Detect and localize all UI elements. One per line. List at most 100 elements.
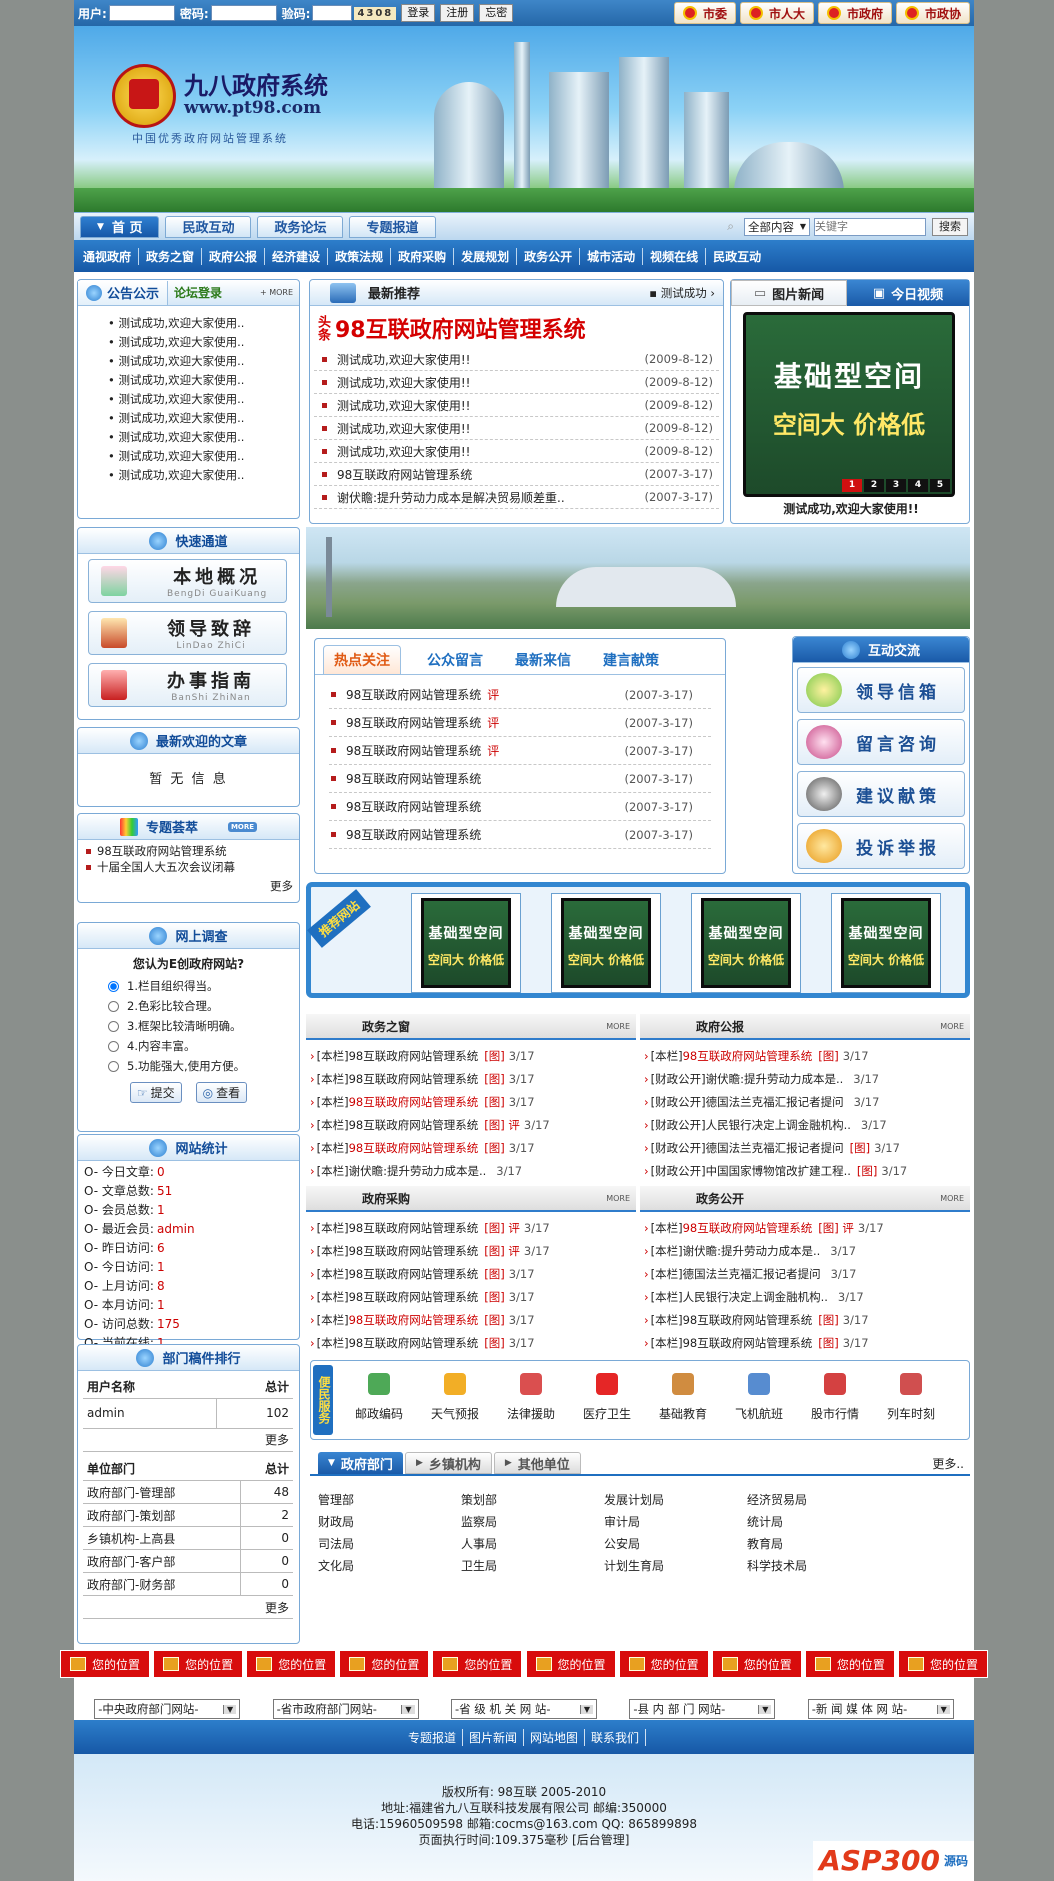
topic-item[interactable]: 98互联政府网站管理系统: [86, 843, 299, 859]
ad-banner[interactable]: 您的位置: [432, 1650, 523, 1678]
search-scope-select[interactable]: 全部内容 ▼: [744, 217, 810, 236]
submit-button[interactable]: ☞ 提交: [129, 1082, 182, 1103]
list-item[interactable]: › [本栏] 98互联政府网站管理系统 [图] 3/17: [306, 1067, 636, 1090]
ad-banner[interactable]: 您的位置: [339, 1650, 430, 1678]
tab-home[interactable]: ▼ 首 页: [80, 215, 160, 238]
list-item[interactable]: 测试成功,欢迎大家使用!! (2009-8-12): [314, 394, 719, 417]
footer-nav-link[interactable]: 网站地图: [524, 1728, 586, 1746]
tab-hot-topics[interactable]: 热点关注: [323, 645, 401, 674]
friend-link-select[interactable]: -省市政府部门网站- ▼: [272, 1699, 419, 1719]
more-link[interactable]: MORE: [940, 1194, 964, 1203]
ad-banner[interactable]: 您的位置: [246, 1650, 337, 1678]
list-item[interactable]: › [本栏] 98互联政府网站管理系统 [图] 3/17: [640, 1044, 970, 1067]
password-input[interactable]: [210, 5, 277, 21]
photo-caption[interactable]: 测试成功,欢迎大家使用!!: [731, 500, 971, 517]
directory-link[interactable]: 管理部: [318, 1491, 461, 1508]
list-item[interactable]: 98互联政府网站管理系统 (2007-3-17): [329, 765, 711, 793]
list-item[interactable]: › [本栏] 98互联政府网站管理系统 [图] 评 3/17: [306, 1113, 636, 1136]
more-link[interactable]: MORE: [606, 1194, 630, 1203]
directory-link[interactable]: 审计局: [604, 1513, 747, 1530]
list-item[interactable]: › [本栏] 98互联政府网站管理系统 [图] 3/17: [306, 1331, 636, 1354]
list-item[interactable]: 测试成功,欢迎大家使用!! (2009-8-12): [314, 440, 719, 463]
unit-name[interactable]: 乡镇机构-上高县: [83, 1526, 241, 1550]
list-item[interactable]: 测试成功,欢迎大家使用!! (2009-8-12): [314, 348, 719, 371]
list-item[interactable]: 98互联政府网站管理系统评 (2007-3-17): [329, 709, 711, 737]
recommended-site-card[interactable]: 基础型空间 空间大 价格低: [411, 893, 521, 993]
view-results-button[interactable]: ◎ 查看: [195, 1082, 248, 1103]
list-item[interactable]: › [本栏] 98互联政府网站管理系统 [图] 3/17: [306, 1136, 636, 1159]
link-cppcc[interactable]: 市政协: [895, 2, 970, 24]
ad-banner[interactable]: 您的位置: [618, 1650, 709, 1678]
user-name[interactable]: admin: [83, 1398, 217, 1429]
directory-link[interactable]: 公安局: [604, 1535, 747, 1552]
comment-tag[interactable]: 评: [487, 742, 499, 759]
slide-page-button[interactable]: 3: [886, 479, 906, 492]
list-item[interactable]: › [本栏] 98互联政府网站管理系统 [图] 3/17: [306, 1090, 636, 1113]
slide-page-button[interactable]: 1: [842, 479, 862, 492]
list-item[interactable]: › [本栏] 谢伏瞻:提升劳动力成本是.. 3/17: [306, 1159, 636, 1182]
list-item[interactable]: › [本栏] 98互联政府网站管理系统 [图] 3/17: [640, 1308, 970, 1331]
interact-button-3[interactable]: 建议献策: [797, 771, 965, 817]
more-link[interactable]: 更多: [216, 1428, 293, 1452]
list-item[interactable]: 98互联政府网站管理系统评 (2007-3-17): [329, 737, 711, 765]
category-nav-item[interactable]: 政府采购: [391, 247, 455, 265]
ad-banner[interactable]: 您的位置: [153, 1650, 244, 1678]
footer-nav-link[interactable]: 图片新闻: [463, 1728, 524, 1746]
category-nav-item[interactable]: 通视政府: [76, 247, 140, 265]
topics-more-link[interactable]: 更多: [270, 878, 293, 894]
category-nav-item[interactable]: 城市活动: [580, 247, 644, 265]
list-item[interactable]: › [财政公开] 德国法兰克福汇报记者提问 3/17: [640, 1090, 970, 1113]
unit-name[interactable]: 政府部门-管理部: [83, 1480, 241, 1504]
notice-item[interactable]: 测试成功,欢迎大家使用..: [108, 428, 299, 447]
tab-township-agencies[interactable]: ▶ 乡镇机构: [404, 1452, 492, 1474]
notice-item[interactable]: 测试成功,欢迎大家使用..: [108, 390, 299, 409]
comment-tag[interactable]: 评: [487, 714, 499, 731]
directory-link[interactable]: 统计局: [747, 1513, 890, 1530]
list-item[interactable]: › [本栏] 德国法兰克福汇报记者提问 3/17: [640, 1262, 970, 1285]
quick-link-1[interactable]: 本地概况 BengDi GuaiKuang: [88, 559, 287, 603]
search-input[interactable]: [814, 217, 926, 236]
right-link[interactable]: ▪ 测试成功 ›: [649, 285, 715, 301]
list-item[interactable]: › [本栏] 98互联政府网站管理系统 [图] 3/17: [306, 1285, 636, 1308]
tab-government-departments[interactable]: ▼ 政府部门: [318, 1452, 403, 1474]
service-item[interactable]: 列车时刻: [875, 1373, 947, 1422]
more-badge[interactable]: MORE: [227, 821, 258, 832]
notice-item[interactable]: 测试成功,欢迎大家使用..: [108, 447, 299, 466]
photo-slide-image[interactable]: 基础型空间 空间大 价格低 12345: [743, 312, 955, 497]
list-item[interactable]: › [本栏] 人民银行决定上调金融机构.. 3/17: [640, 1285, 970, 1308]
list-item[interactable]: › [本栏] 谢伏瞻:提升劳动力成本是.. 3/17: [640, 1239, 970, 1262]
list-item[interactable]: › [财政公开] 人民银行决定上调金融机构.. 3/17: [640, 1113, 970, 1136]
link-party-committee[interactable]: 市委: [673, 2, 736, 24]
list-item[interactable]: 谢伏瞻:提升劳动力成本是解决贸易顺差重.. (2007-3-17): [314, 486, 719, 509]
survey-option[interactable]: 1.栏目组织得当。: [108, 976, 299, 996]
directory-link[interactable]: 卫生局: [461, 1557, 604, 1574]
list-item[interactable]: 98互联政府网站管理系统 (2007-3-17): [314, 463, 719, 486]
service-item[interactable]: 股市行情: [799, 1373, 871, 1422]
directory-link[interactable]: 监察局: [461, 1513, 604, 1530]
quick-link-3[interactable]: 办事指南 BanShi ZhiNan: [88, 663, 287, 707]
notice-item[interactable]: 测试成功,欢迎大家使用..: [108, 371, 299, 390]
tab-notice[interactable]: 公告公示: [78, 280, 169, 305]
service-item[interactable]: 邮政编码: [343, 1373, 415, 1422]
service-item[interactable]: 医疗卫生: [571, 1373, 643, 1422]
recommended-site-card[interactable]: 基础型空间 空间大 价格低: [691, 893, 801, 993]
topic-item[interactable]: 十届全国人大五次会议闭幕: [86, 859, 299, 875]
login-button[interactable]: 登录: [401, 4, 436, 22]
directory-link[interactable]: 人事局: [461, 1535, 604, 1552]
list-item[interactable]: › [财政公开] 中国国家博物馆改扩建工程.. [图] 3/17: [640, 1159, 970, 1182]
friend-link-select[interactable]: -中央政府部门网站- ▼: [94, 1699, 241, 1719]
recommended-site-card[interactable]: 基础型空间 空间大 价格低: [551, 893, 661, 993]
list-item[interactable]: › [本栏] 98互联政府网站管理系统 [图] 评 3/17: [306, 1216, 636, 1239]
unit-name[interactable]: 政府部门-策划部: [83, 1503, 241, 1527]
tab-today-video[interactable]: ▣ 今日视频: [847, 280, 969, 306]
list-item[interactable]: 98互联政府网站管理系统评 (2007-3-17): [329, 681, 711, 709]
category-nav-item[interactable]: 政务公开: [517, 247, 581, 265]
ad-banner[interactable]: 您的位置: [711, 1650, 802, 1678]
list-item[interactable]: › [财政公开] 谢伏瞻:提升劳动力成本是.. 3/17: [640, 1067, 970, 1090]
category-nav-item[interactable]: 政策法规: [328, 247, 392, 265]
slide-page-button[interactable]: 2: [864, 479, 884, 492]
more-link[interactable]: 更多: [240, 1595, 293, 1619]
list-item[interactable]: 98互联政府网站管理系统 (2007-3-17): [329, 821, 711, 849]
list-item[interactable]: › [本栏] 98互联政府网站管理系统 [图] 评 3/17: [306, 1239, 636, 1262]
captcha-input[interactable]: [312, 5, 353, 21]
